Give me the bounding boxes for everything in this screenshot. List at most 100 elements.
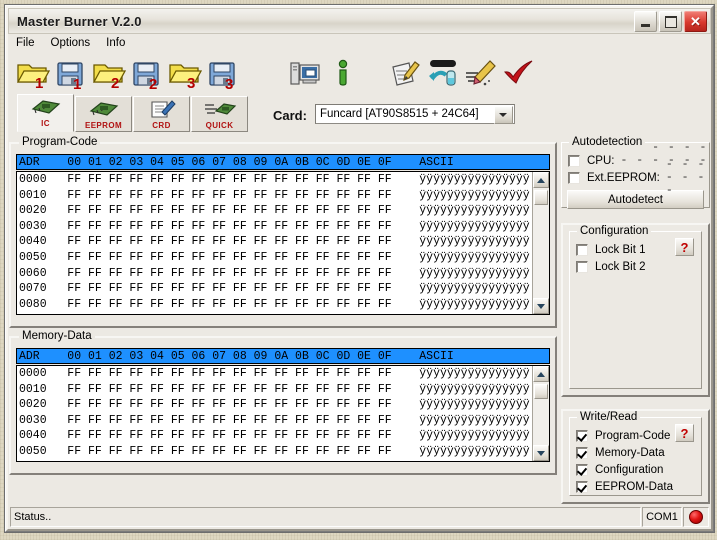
write-read-group: Write/Read ? Program-Code Memory-Data Co… xyxy=(569,411,702,496)
tab-crd[interactable]: CRD xyxy=(133,96,190,132)
wr-configuration-row: Configuration xyxy=(576,461,701,478)
open-file-2-button[interactable]: 2 xyxy=(91,55,127,91)
autodetection-caption: Autodetection xyxy=(569,136,646,148)
save-file-3-button[interactable]: 3 xyxy=(205,55,241,91)
lock-bit-2-checkbox[interactable] xyxy=(576,260,588,273)
svg-text:2: 2 xyxy=(149,76,157,91)
configuration-group: Configuration ? Lock Bit 1 Lock Bit 2 xyxy=(569,225,702,389)
scroll-up-icon[interactable] xyxy=(533,366,549,382)
hex-row[interactable]: 0030 FF FF FF FF FF FF FF FF FF FF FF FF… xyxy=(19,413,532,429)
wr-memory-data-row: Memory-Data xyxy=(576,444,701,461)
card-select-value: Funcard [AT90S8515 + 24C64] xyxy=(319,108,479,120)
erase-card-button[interactable] xyxy=(463,55,499,91)
svg-text:1: 1 xyxy=(35,75,43,91)
wr-program-code-checkbox[interactable] xyxy=(576,429,588,442)
program-code-caption: Program-Code xyxy=(19,136,101,148)
hex-row[interactable]: 0050 FF FF FF FF FF FF FF FF FF FF FF FF… xyxy=(19,444,532,460)
memory-data-rows[interactable]: 0000 FF FF FF FF FF FF FF FF FF FF FF FF… xyxy=(17,366,532,461)
open-file-3-button[interactable]: 3 xyxy=(167,55,203,91)
card-select[interactable]: Funcard [AT90S8515 + 24C64] xyxy=(314,104,515,124)
hex-row[interactable]: 0000 FF FF FF FF FF FF FF FF FF FF FF FF… xyxy=(19,172,532,188)
write-read-caption: Write/Read xyxy=(577,411,641,423)
autodetection-group: Autodetection CPU: - - - - - - - - - - -… xyxy=(561,136,710,209)
hex-editors: Program-Code ADR 00 01 02 03 04 05 06 07… xyxy=(9,134,557,504)
hex-row[interactable]: 0000 FF FF FF FF FF FF FF FF FF FF FF FF… xyxy=(19,366,532,382)
program-code-rows[interactable]: 0000 FF FF FF FF FF FF FF FF FF FF FF FF… xyxy=(17,172,532,314)
hex-row[interactable]: 0020 FF FF FF FF FF FF FF FF FF FF FF FF… xyxy=(19,203,532,219)
write-card-button[interactable] xyxy=(387,55,423,91)
tab-ic[interactable]: IC xyxy=(17,94,74,132)
save-file-2-button[interactable]: 2 xyxy=(129,55,165,91)
write-read-help-button[interactable]: ? xyxy=(675,424,694,442)
lock-bit-1-label: Lock Bit 1 xyxy=(595,243,646,256)
toolbar: 1 1 2 2 3 3 xyxy=(9,52,710,94)
hex-row[interactable]: 0050 FF FF FF FF FF FF FF FF FF FF FF FF… xyxy=(19,250,532,266)
cpu-checkbox[interactable] xyxy=(568,154,580,167)
lock-bit-2-row: Lock Bit 2 xyxy=(576,258,701,275)
ext-eeprom-value: - - - - - - - xyxy=(665,158,706,197)
scroll-up-icon[interactable] xyxy=(533,172,549,188)
open-file-1-button[interactable]: 1 xyxy=(15,55,51,91)
menu-options[interactable]: Options xyxy=(44,36,100,51)
tab-crd-label: CRD xyxy=(152,121,171,130)
configuration-caption: Configuration xyxy=(577,225,652,237)
menu-file[interactable]: File xyxy=(9,36,44,51)
info-about-button[interactable] xyxy=(325,55,361,91)
wr-configuration-checkbox[interactable] xyxy=(576,463,588,476)
tab-quick[interactable]: QUICK xyxy=(191,96,248,132)
scroll-down-icon[interactable] xyxy=(533,445,549,461)
chevron-down-icon[interactable] xyxy=(493,106,513,124)
hex-row[interactable]: 0070 FF FF FF FF FF FF FF FF FF FF FF FF… xyxy=(19,281,532,297)
cpu-label: CPU: xyxy=(587,154,615,167)
wr-eeprom-data-row: EEPROM-Data xyxy=(576,478,701,495)
menu-bar: File Options Info xyxy=(9,35,710,52)
minimize-icon xyxy=(641,23,650,27)
memory-data-scrollbar[interactable] xyxy=(532,366,549,461)
application-window: Master Burner V.2.0 ✕ File Options Info … xyxy=(5,5,714,532)
wr-memory-data-checkbox[interactable] xyxy=(576,446,588,459)
tab-ic-label: IC xyxy=(41,119,50,128)
wr-program-code-label: Program-Code xyxy=(595,429,671,442)
title-bar: Master Burner V.2.0 ✕ xyxy=(8,8,711,34)
memory-data-body: 0000 FF FF FF FF FF FF FF FF FF FF FF FF… xyxy=(16,365,550,462)
program-code-header: ADR 00 01 02 03 04 05 06 07 08 09 0A 0B … xyxy=(16,154,550,170)
mode-tabs: IC EEPROM CRD QUICK xyxy=(17,94,249,132)
hex-row[interactable]: 0010 FF FF FF FF FF FF FF FF FF FF FF FF… xyxy=(19,188,532,204)
svg-text:3: 3 xyxy=(187,75,195,91)
scroll-down-icon[interactable] xyxy=(533,298,549,314)
window-title: Master Burner V.2.0 xyxy=(17,13,142,29)
configuration-help-button[interactable]: ? xyxy=(675,238,694,256)
close-icon: ✕ xyxy=(690,14,701,29)
program-code-body: 0000 FF FF FF FF FF FF FF FF FF FF FF FF… xyxy=(16,171,550,315)
hex-row[interactable]: 0060 FF FF FF FF FF FF FF FF FF FF FF FF… xyxy=(19,266,532,282)
read-card-button[interactable] xyxy=(425,55,461,91)
memory-data-panel: Memory-Data ADR 00 01 02 03 04 05 06 07 … xyxy=(9,330,557,475)
svg-text:3: 3 xyxy=(225,76,233,91)
lock-bit-1-checkbox[interactable] xyxy=(576,243,588,256)
tab-eeprom[interactable]: EEPROM xyxy=(75,96,132,132)
verify-card-button[interactable] xyxy=(501,55,537,91)
hex-row[interactable]: 0040 FF FF FF FF FF FF FF FF FF FF FF FF… xyxy=(19,234,532,250)
scroll-thumb[interactable] xyxy=(534,384,548,399)
maximize-icon xyxy=(664,15,677,28)
wr-eeprom-data-checkbox[interactable] xyxy=(576,480,588,493)
program-code-scrollbar[interactable] xyxy=(532,172,549,314)
configuration-panel: Configuration ? Lock Bit 1 Lock Bit 2 xyxy=(561,223,710,397)
wr-configuration-label: Configuration xyxy=(595,463,664,476)
minimize-button[interactable] xyxy=(634,11,657,32)
hex-row[interactable]: 0030 FF FF FF FF FF FF FF FF FF FF FF FF… xyxy=(19,219,532,235)
hex-row[interactable]: 0020 FF FF FF FF FF FF FF FF FF FF FF FF… xyxy=(19,397,532,413)
close-button[interactable]: ✕ xyxy=(684,11,707,32)
hex-row[interactable]: 0080 FF FF FF FF FF FF FF FF FF FF FF FF… xyxy=(19,297,532,313)
hardware-settings-button[interactable] xyxy=(287,55,323,91)
autodetect-eeprom-row: Ext.EEPROM: - - - - - - - xyxy=(568,158,709,197)
hex-row[interactable]: 0040 FF FF FF FF FF FF FF FF FF FF FF FF… xyxy=(19,428,532,444)
chip-icon xyxy=(31,100,60,114)
save-file-1-button[interactable]: 1 xyxy=(53,55,89,91)
hex-row[interactable]: 0010 FF FF FF FF FF FF FF FF FF FF FF FF… xyxy=(19,382,532,398)
ext-eeprom-checkbox[interactable] xyxy=(568,171,580,184)
menu-info[interactable]: Info xyxy=(99,36,134,51)
chip-icon xyxy=(89,102,118,116)
maximize-button[interactable] xyxy=(659,11,682,32)
scroll-thumb[interactable] xyxy=(534,190,548,205)
